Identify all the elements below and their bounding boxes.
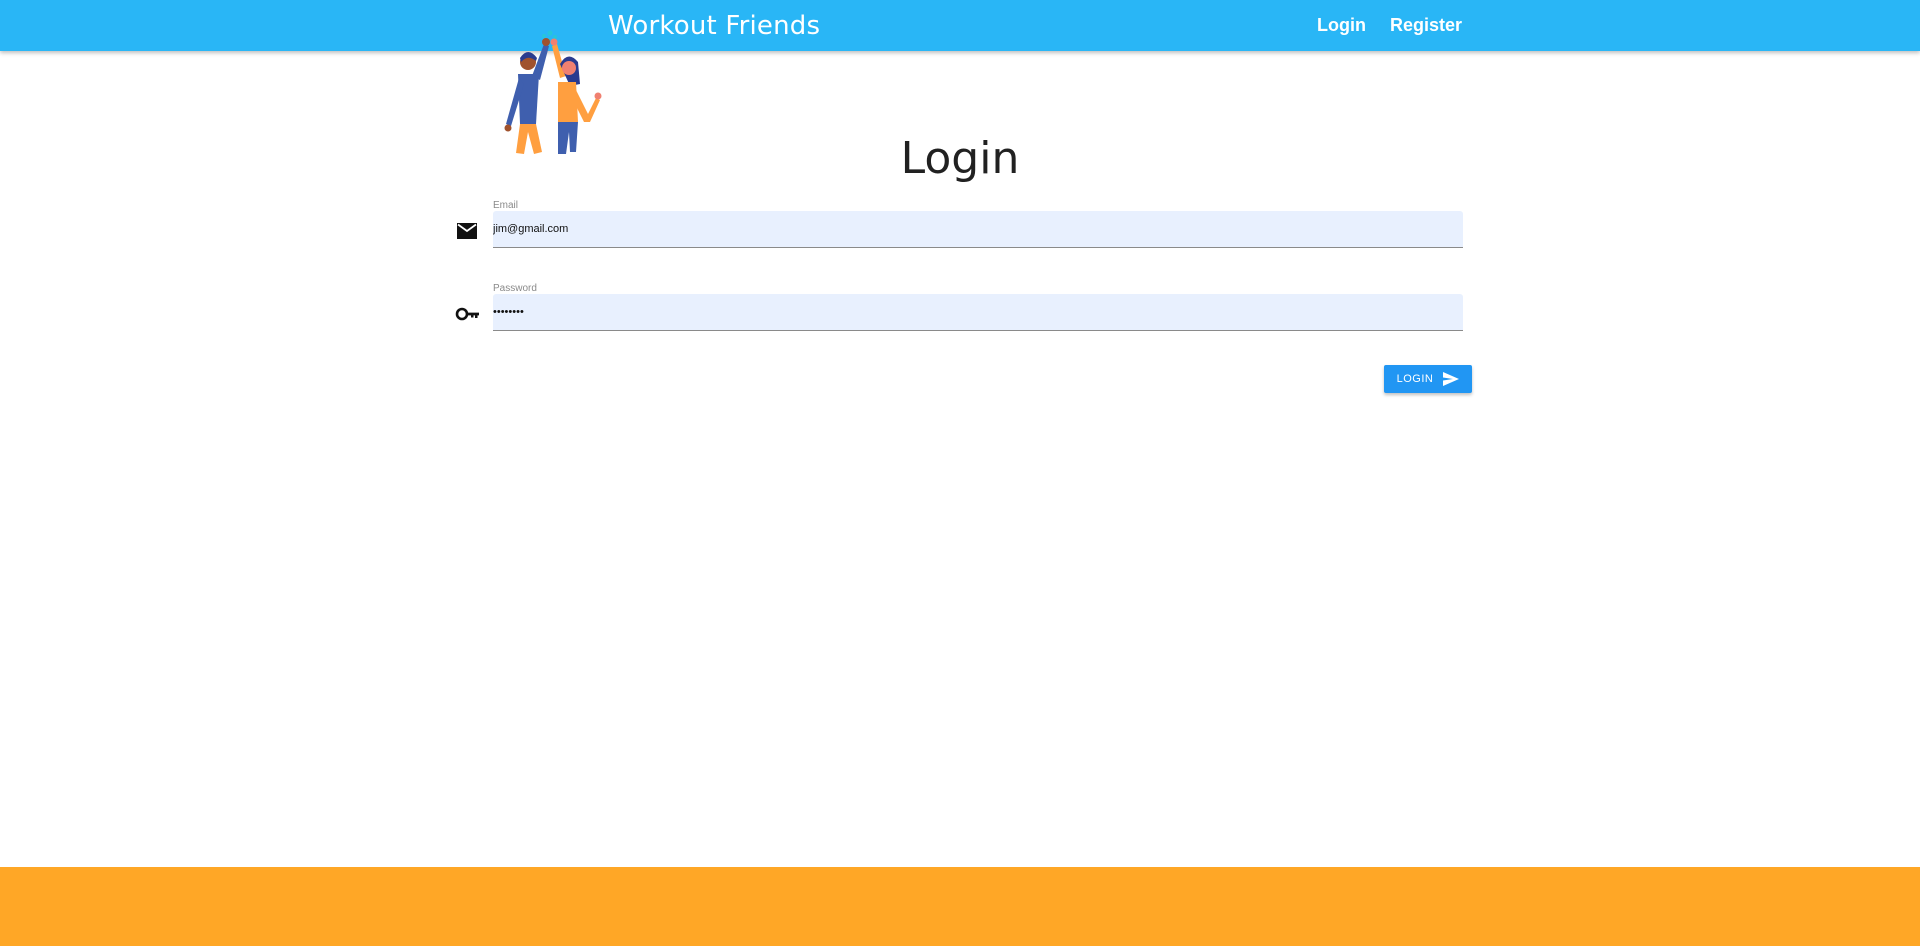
- email-input[interactable]: [493, 211, 1453, 247]
- page-title-text: Login: [900, 133, 1020, 184]
- page-title: Login: [0, 133, 1920, 184]
- login-button[interactable]: LOGIN: [1384, 365, 1472, 393]
- login-button-label: LOGIN: [1396, 373, 1434, 385]
- app-brand-title[interactable]: Workout Friends: [608, 11, 820, 41]
- email-field-group: Email: [455, 197, 1463, 257]
- send-icon: [1443, 372, 1460, 386]
- footer-bar: [0, 867, 1920, 946]
- nav-register-link[interactable]: Register: [1390, 15, 1462, 36]
- password-input[interactable]: [493, 294, 1453, 330]
- nav-login-link[interactable]: Login: [1317, 15, 1366, 36]
- password-label: Password: [493, 283, 537, 294]
- password-field-group: Password: [455, 280, 1463, 340]
- email-label: Email: [493, 200, 519, 211]
- high-five-friends-logo: [484, 28, 606, 156]
- top-app-bar: Workout Friends Login Register: [0, 0, 1920, 51]
- mail-icon: [455, 219, 483, 247]
- key-icon: [455, 302, 483, 330]
